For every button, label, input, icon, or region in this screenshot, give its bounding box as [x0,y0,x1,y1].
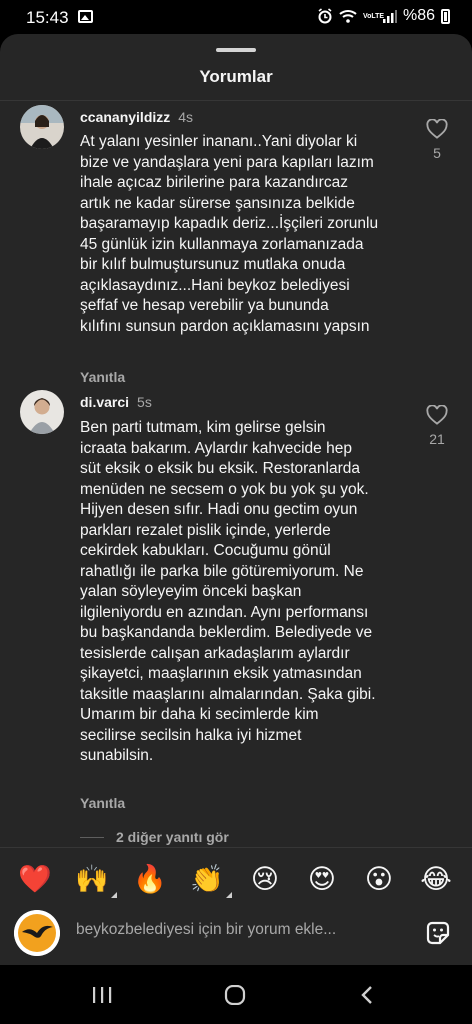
status-bar: 15:43 VoLTE %86 [0,0,472,34]
heart-outline-icon [426,119,448,139]
comment-username[interactable]: di.varci [80,394,129,410]
volte-label: VoLTE [362,12,385,20]
comment-input[interactable]: beykozbelediyesi için bir yorum ekle... [76,921,336,939]
comment-username[interactable]: ccananyildizz [80,109,170,125]
signal-icon [382,9,397,23]
like-button[interactable]: 21 [424,405,450,447]
skin-tone-indicator [226,892,232,898]
emoji-glyph: 👏 [190,864,224,894]
emoji-surprised[interactable]: 😮 [362,862,396,896]
comment-text: At yalanı yesinler inananı..Yani diyolar… [80,133,379,335]
status-time: 15:43 [26,8,69,27]
emoji-red-heart[interactable]: ❤️ [18,862,52,896]
gallery-notification-icon [78,10,93,23]
status-icons: VoLTE %86 [317,7,450,25]
emoji-glyph: 🙌 [75,864,109,894]
comment-text: Ben parti tutmam, kim gelirse gelsin icr… [80,419,376,764]
emoji-clapping[interactable]: 👏 [190,862,232,898]
sheet-title: Yorumlar [199,67,273,86]
home-icon[interactable] [224,985,246,1005]
comment-header: ccananyildizz 4s [80,109,193,125]
battery-percent: %86 [402,7,435,24]
replies-line [80,836,104,838]
avatar[interactable] [20,105,64,149]
comment-time: 4s [178,109,194,125]
recent-apps-icon[interactable] [91,985,113,1005]
view-more-replies-button[interactable]: 2 diğer yanıtı gör [80,829,229,845]
back-icon[interactable] [358,985,376,1005]
battery-icon [441,8,450,24]
emoji-crying[interactable]: 😢 [248,862,282,896]
system-nav-bar [0,965,472,1024]
heart-outline-icon [426,405,448,425]
emoji-raising-hands[interactable]: 🙌 [75,862,117,898]
like-button[interactable]: 5 [424,119,450,161]
emoji-laughing[interactable]: 😂 [419,862,453,896]
skin-tone-indicator [111,892,117,898]
alarm-icon [318,8,332,24]
reply-button[interactable]: Yanıtla [80,795,125,811]
sticker-button[interactable] [424,919,452,952]
emoji-heart-eyes[interactable]: 😍 [305,862,339,896]
emoji-fire[interactable]: 🔥 [133,862,167,896]
wifi-icon [339,10,357,23]
avatar[interactable] [20,390,64,434]
like-count: 5 [433,145,441,161]
view-more-replies-label: 2 diğer yanıtı gör [116,829,229,845]
like-count: 21 [429,431,445,447]
comment-input-bar: beykozbelediyesi için bir yorum ekle... [0,907,472,965]
sticker-icon [426,921,450,945]
reply-button[interactable]: Yanıtla [80,369,125,385]
drag-handle[interactable] [216,48,256,52]
comment-time: 5s [137,394,152,410]
emoji-quick-bar: ❤️ 🙌 🔥 👏 😢 😍 😮 😂 [0,847,472,907]
my-avatar [14,910,60,956]
comments-sheet: Yorumlar ccananyildizz 4s At yalanı yesi… [0,34,472,1024]
comment-header: di.varci 5s [80,394,152,410]
comments-list[interactable]: ccananyildizz 4s At yalanı yesinler inan… [0,101,472,876]
